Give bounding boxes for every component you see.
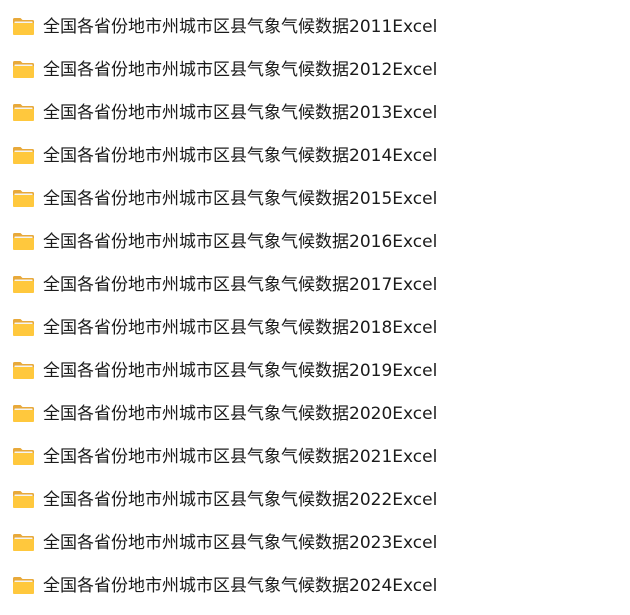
folder-name: 全国各省份地市州城市区县气象气候数据2019Excel <box>43 361 438 381</box>
folder-name: 全国各省份地市州城市区县气象气候数据2018Excel <box>43 318 438 338</box>
folder-icon <box>12 404 35 423</box>
folder-icon <box>12 275 35 294</box>
folder-name: 全国各省份地市州城市区县气象气候数据2023Excel <box>43 533 438 553</box>
folder-name: 全国各省份地市州城市区县气象气候数据2020Excel <box>43 404 438 424</box>
folder-icon <box>12 103 35 122</box>
folder-name: 全国各省份地市州城市区县气象气候数据2011Excel <box>43 17 438 37</box>
folder-item[interactable]: 全国各省份地市州城市区县气象气候数据2015Excel <box>0 177 630 220</box>
folder-name: 全国各省份地市州城市区县气象气候数据2022Excel <box>43 490 438 510</box>
folder-item[interactable]: 全国各省份地市州城市区县气象气候数据2012Excel <box>0 48 630 91</box>
folder-item[interactable]: 全国各省份地市州城市区县气象气候数据2017Excel <box>0 263 630 306</box>
folder-name: 全国各省份地市州城市区县气象气候数据2015Excel <box>43 189 438 209</box>
folder-item[interactable]: 全国各省份地市州城市区县气象气候数据2022Excel <box>0 478 630 521</box>
folder-name: 全国各省份地市州城市区县气象气候数据2012Excel <box>43 60 438 80</box>
folder-name: 全国各省份地市州城市区县气象气候数据2014Excel <box>43 146 438 166</box>
folder-icon <box>12 318 35 337</box>
folder-name: 全国各省份地市州城市区县气象气候数据2021Excel <box>43 447 438 467</box>
folder-item[interactable]: 全国各省份地市州城市区县气象气候数据2019Excel <box>0 349 630 392</box>
folder-icon <box>12 447 35 466</box>
folder-icon <box>12 232 35 251</box>
folder-item[interactable]: 全国各省份地市州城市区县气象气候数据2021Excel <box>0 435 630 478</box>
folder-name: 全国各省份地市州城市区县气象气候数据2017Excel <box>43 275 438 295</box>
folder-icon <box>12 533 35 552</box>
folder-item[interactable]: 全国各省份地市州城市区县气象气候数据2014Excel <box>0 134 630 177</box>
folder-name: 全国各省份地市州城市区县气象气候数据2024Excel <box>43 576 438 596</box>
folder-icon <box>12 361 35 380</box>
folder-icon <box>12 60 35 79</box>
folder-item[interactable]: 全国各省份地市州城市区县气象气候数据2018Excel <box>0 306 630 349</box>
folder-icon <box>12 189 35 208</box>
folder-item[interactable]: 全国各省份地市州城市区县气象气候数据2013Excel <box>0 91 630 134</box>
folder-icon <box>12 576 35 595</box>
folder-item[interactable]: 全国各省份地市州城市区县气象气候数据2024Excel <box>0 564 630 607</box>
folder-icon <box>12 17 35 36</box>
folder-icon <box>12 146 35 165</box>
folder-list: 全国各省份地市州城市区县气象气候数据2011Excel 全国各省份地市州城市区县… <box>0 5 630 607</box>
folder-item[interactable]: 全国各省份地市州城市区县气象气候数据2020Excel <box>0 392 630 435</box>
folder-name: 全国各省份地市州城市区县气象气候数据2013Excel <box>43 103 438 123</box>
folder-item[interactable]: 全国各省份地市州城市区县气象气候数据2023Excel <box>0 521 630 564</box>
folder-name: 全国各省份地市州城市区县气象气候数据2016Excel <box>43 232 438 252</box>
folder-item[interactable]: 全国各省份地市州城市区县气象气候数据2011Excel <box>0 5 630 48</box>
folder-icon <box>12 490 35 509</box>
folder-item[interactable]: 全国各省份地市州城市区县气象气候数据2016Excel <box>0 220 630 263</box>
